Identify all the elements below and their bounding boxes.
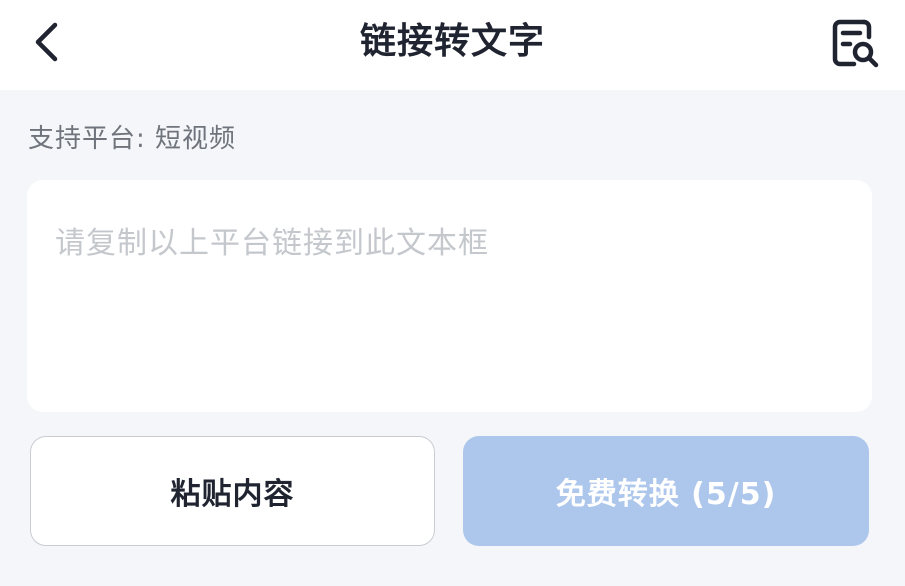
convert-button-label: 免费转换 (5/5) [555,477,777,512]
supported-platform-label: 支持平台: 短视频 [28,124,237,154]
history-button[interactable] [826,14,884,72]
link-input[interactable] [27,180,872,412]
paste-button-label: 粘贴内容 [170,477,295,512]
header-bar: 链接转文字 [0,0,905,90]
document-search-icon [832,19,879,68]
page-title: 链接转文字 [359,21,545,62]
page: 链接转文字 支持平台: 短视频 粘贴内容 免费转换 (5/5) [0,0,905,586]
free-convert-button[interactable]: 免费转换 (5/5) [463,436,869,546]
paste-content-button[interactable]: 粘贴内容 [30,436,435,546]
